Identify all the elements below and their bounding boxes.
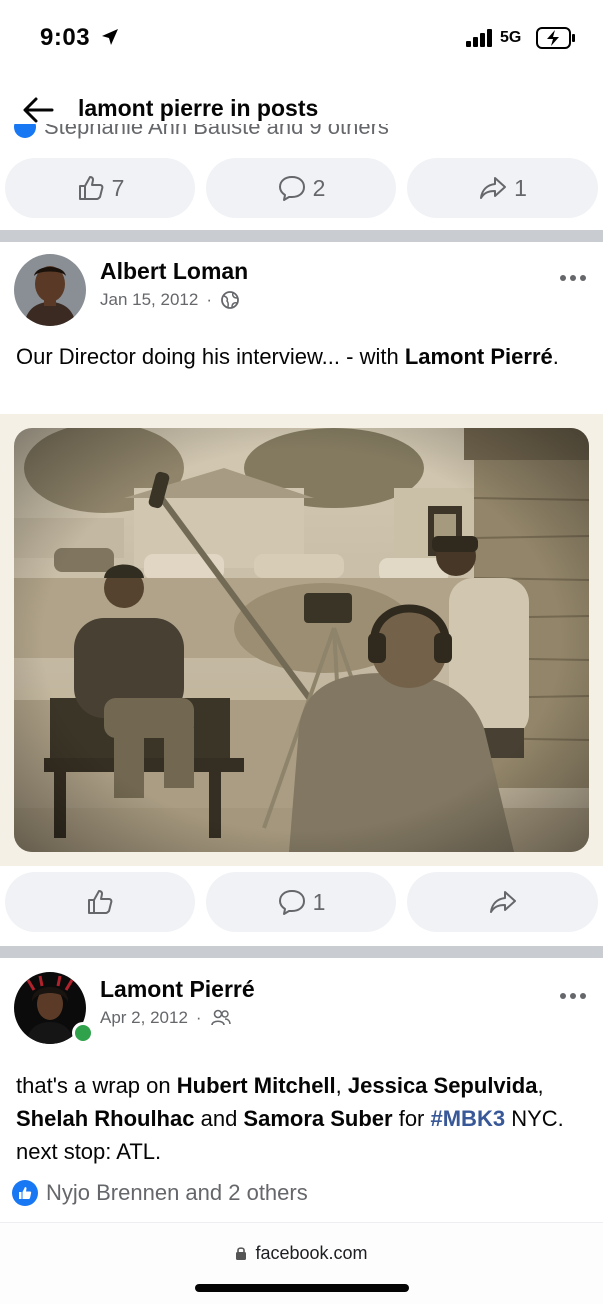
share-button[interactable]: 1 [407, 158, 598, 218]
comment-count: 2 [312, 174, 326, 201]
post-separator [0, 230, 603, 242]
comment-icon [278, 176, 305, 201]
post-text: and [194, 1106, 244, 1131]
post-meta: Apr 2, 2012 · [100, 1008, 232, 1028]
home-indicator[interactable] [195, 1284, 409, 1292]
post-header: Albert Loman Jan 15, 2012 · [0, 254, 603, 334]
more-options-button[interactable] [557, 986, 589, 1006]
post-photo[interactable] [14, 428, 589, 852]
tagged-user-link[interactable]: Samora Suber [243, 1106, 392, 1131]
back-arrow-icon[interactable] [20, 92, 56, 128]
previous-post-reactions-text: Stephanie Ann Batiste and 9 others [44, 124, 389, 139]
post-header: Lamont Pierré Apr 2, 2012 · [0, 972, 603, 1052]
comment-button[interactable]: 1 [206, 872, 396, 932]
status-bar: 9:03 5G [0, 0, 603, 72]
url-text: facebook.com [255, 1243, 368, 1263]
like-button[interactable]: 7 [5, 158, 195, 218]
thumbs-up-icon [88, 890, 113, 914]
friends-icon [210, 1009, 231, 1026]
search-title: lamont pierre in posts [78, 95, 319, 121]
post-date[interactable]: Apr 2, 2012 [100, 1008, 188, 1028]
post-text: Our Director doing his interview... - wi… [16, 344, 405, 369]
avatar[interactable] [14, 254, 86, 326]
meta-dot: · [206, 290, 212, 309]
post-body: that's a wrap on Hubert Mitchell, Jessic… [16, 1069, 591, 1168]
post-text: , [335, 1073, 348, 1098]
share-count: 1 [514, 174, 527, 201]
tagged-user-link[interactable]: Lamont Pierré [405, 344, 553, 369]
like-count: 7 [111, 174, 125, 201]
post-photo-frame [0, 414, 603, 866]
tagged-user-link[interactable]: Jessica Sepulvida [348, 1073, 538, 1098]
previous-post-actions: 7 2 1 [0, 158, 603, 220]
globe-icon [221, 291, 239, 309]
url-field[interactable]: facebook.com [0, 1243, 603, 1264]
like-reaction-icon [12, 1180, 38, 1206]
tagged-user-link[interactable]: Shelah Rhoulhac [16, 1106, 194, 1131]
share-icon [480, 177, 507, 199]
reactions-text: Nyjo Brennen and 2 others [46, 1180, 308, 1205]
post-body: Our Director doing his interview... - wi… [16, 340, 591, 373]
post-meta: Jan 15, 2012 · [100, 290, 240, 310]
tagged-user-link[interactable]: Hubert Mitchell [177, 1073, 336, 1098]
post-text-end: . [552, 344, 559, 369]
status-time: 9:03 [40, 24, 91, 51]
online-status-badge [72, 1022, 94, 1044]
lock-icon [236, 1247, 247, 1260]
battery-charging-icon [536, 27, 575, 49]
more-options-button[interactable] [557, 268, 589, 288]
like-button[interactable] [5, 872, 195, 932]
comment-button[interactable]: 2 [206, 158, 396, 218]
post-reactions[interactable]: Nyjo Brennen and 2 others [12, 1180, 308, 1206]
comment-count: 1 [312, 888, 326, 915]
post-date[interactable]: Jan 15, 2012 [100, 290, 198, 310]
post-text: for [392, 1106, 431, 1131]
location-arrow-icon [102, 29, 118, 45]
comment-icon [278, 890, 305, 915]
post-separator [0, 946, 603, 958]
cell-signal-icon [466, 29, 492, 47]
thumbs-up-icon [78, 176, 103, 200]
share-icon [489, 891, 516, 913]
hashtag-link[interactable]: #MBK3 [431, 1106, 506, 1131]
like-reaction-icon [14, 124, 36, 138]
post-author[interactable]: Albert Loman [100, 258, 248, 285]
share-button[interactable] [407, 872, 598, 932]
post-text: , [537, 1073, 544, 1098]
post-author[interactable]: Lamont Pierré [100, 976, 255, 1003]
post-actions: 1 [0, 872, 603, 934]
post-text: that's a wrap on [16, 1073, 177, 1098]
browser-address-bar: facebook.com [0, 1222, 603, 1304]
previous-post-reactions[interactable]: Stephanie Ann Batiste and 9 others [0, 124, 603, 148]
meta-dot: · [195, 1008, 202, 1027]
network-label: 5G [500, 29, 522, 46]
